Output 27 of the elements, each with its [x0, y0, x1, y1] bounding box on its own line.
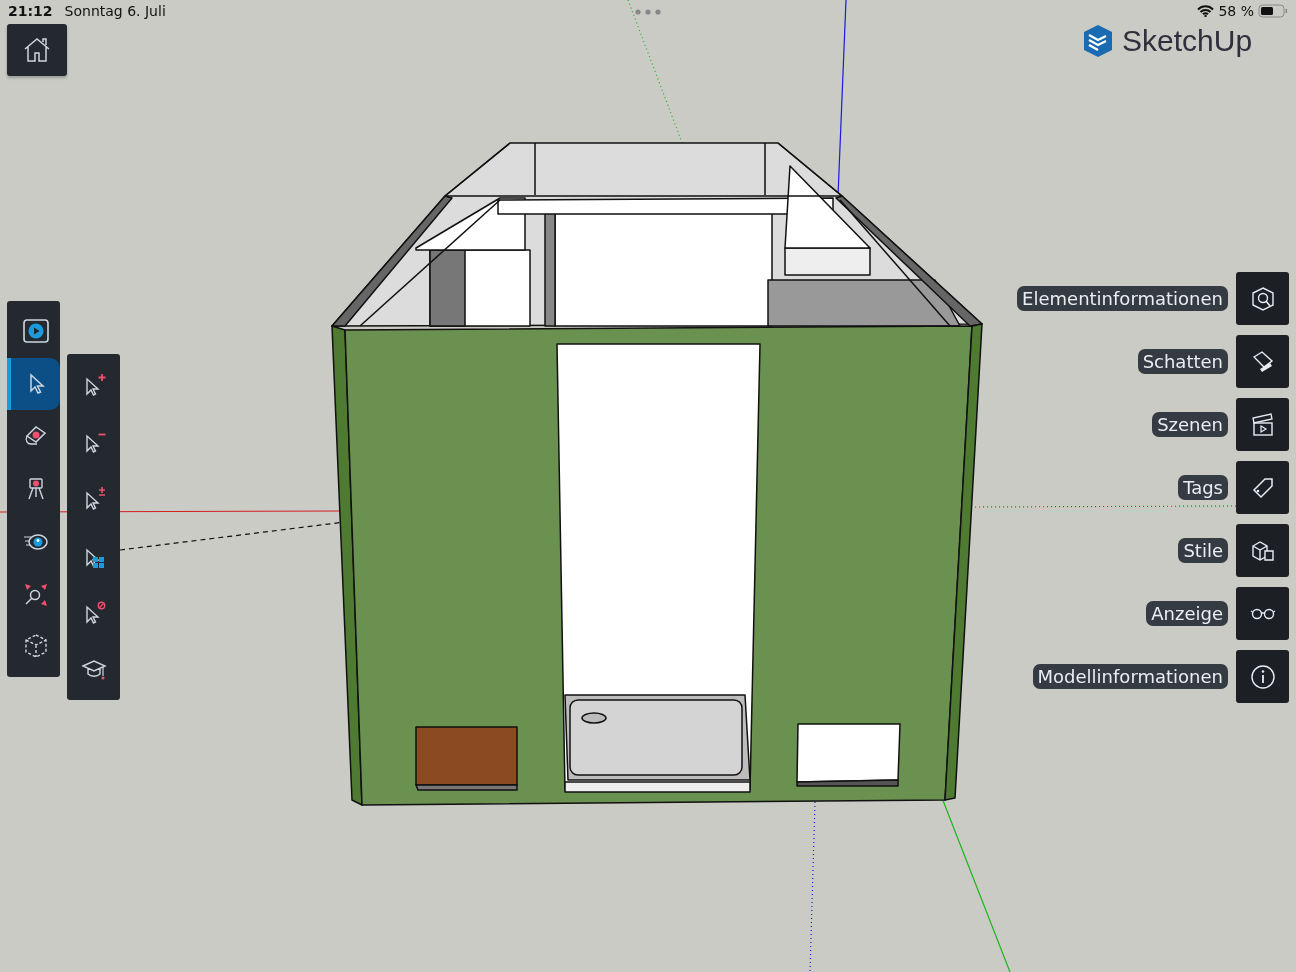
panel-label[interactable]: Szenen	[1152, 412, 1228, 437]
panel-label[interactable]: Anzeige	[1146, 601, 1228, 626]
panel-button[interactable]	[1236, 587, 1289, 640]
panel-button[interactable]	[1236, 650, 1289, 703]
panel-button[interactable]	[1236, 398, 1289, 451]
panel-label[interactable]: Elementinformationen	[1017, 286, 1228, 311]
status-date: Sonntag 6. Juli	[64, 3, 166, 19]
panel-button[interactable]	[1236, 524, 1289, 577]
panel-button[interactable]	[1236, 461, 1289, 514]
play-icon	[21, 317, 50, 346]
battery-percent: 58 %	[1218, 3, 1254, 19]
panel-button[interactable]	[1236, 335, 1289, 388]
toolbar-tool[interactable]	[7, 357, 60, 410]
panel-label[interactable]: Modellinformationen	[1032, 664, 1228, 689]
wifi-icon	[1197, 5, 1215, 17]
app-logo-text: SketchUp	[1122, 24, 1253, 58]
status-time: 21:12	[8, 3, 53, 19]
panel-label[interactable]: Stile	[1178, 538, 1228, 563]
panel-label[interactable]: Schatten	[1137, 349, 1228, 374]
battery-icon	[1258, 4, 1288, 18]
info-icon	[1248, 662, 1277, 691]
house-icon	[23, 37, 51, 63]
home-button[interactable]	[7, 24, 67, 76]
panel-label[interactable]: Tags	[1178, 475, 1228, 500]
sketchup-logo-icon	[1082, 24, 1114, 58]
multitasking-dots-icon[interactable]	[635, 9, 661, 15]
panel-button[interactable]	[1236, 272, 1289, 325]
